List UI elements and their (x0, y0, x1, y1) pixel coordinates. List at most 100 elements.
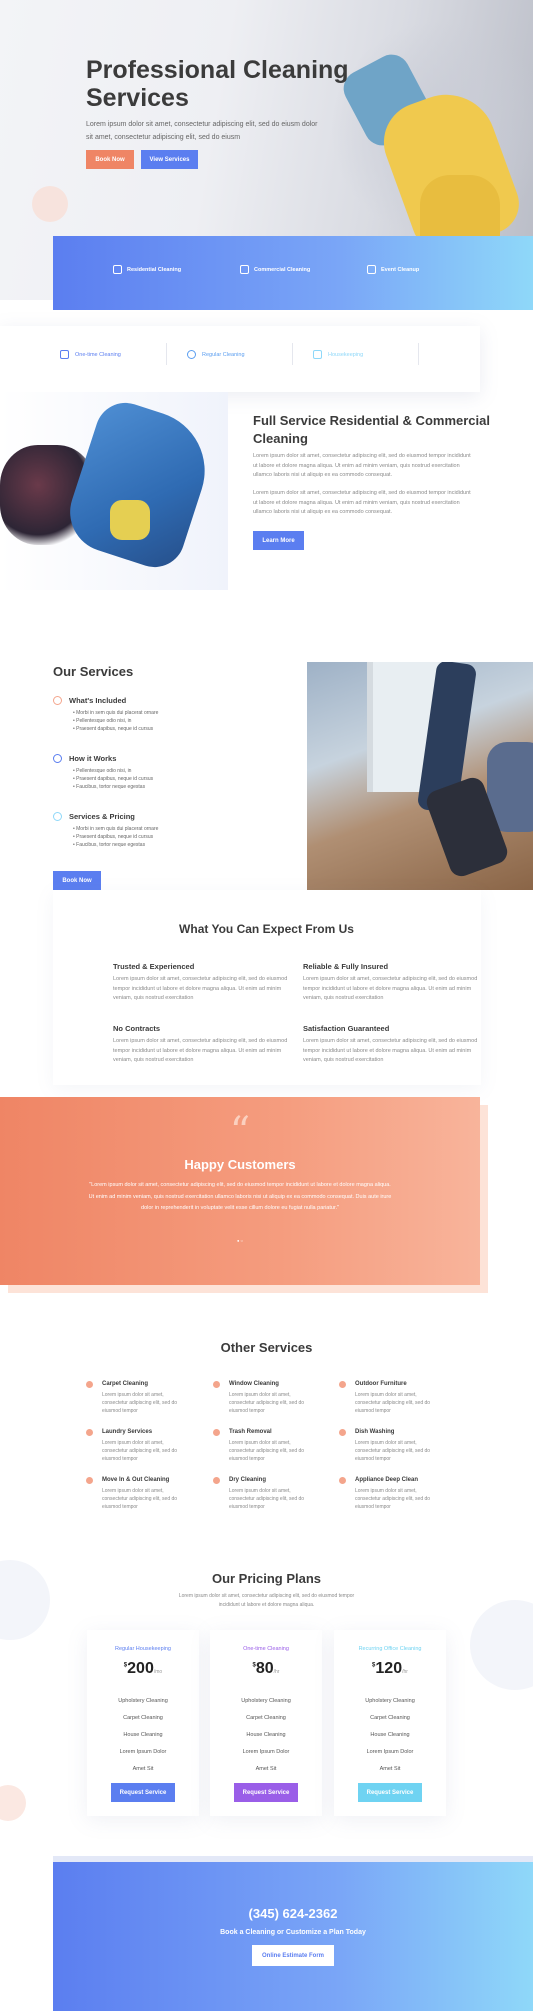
services-bullet: • Morbi in sem quis dui placerat ornare (73, 826, 159, 832)
other-services-title: Other Services (220, 1340, 313, 1355)
divider (418, 343, 419, 365)
request-service-button[interactable]: Request Service (358, 1783, 422, 1802)
plan-name: Recurring Office Cleaning (358, 1646, 422, 1652)
other-service-title: Dry Cleaning (229, 1477, 267, 1483)
request-service-button[interactable]: Request Service (234, 1783, 298, 1802)
plan-feature: Amet Sit (379, 1766, 401, 1772)
service-icon (213, 1429, 220, 1436)
plan-feature: House Cleaning (246, 1732, 286, 1738)
cta-section (53, 1862, 533, 2011)
type-label: Housekeeping (328, 351, 364, 358)
testimonial-text: "Lorem ipsum dolor sit amet, consectetur… (88, 1182, 392, 1211)
expect-item-text: Lorem ipsum dolor sit amet, consectetur … (113, 976, 288, 1001)
services-bullet: • Praesent dapibus, neque id cursus (73, 776, 154, 782)
book-now-button[interactable]: Book Now (86, 150, 134, 169)
service-icon (86, 1429, 93, 1436)
cleaning-type-bar (0, 326, 480, 392)
other-service-desc: Lorem ipsum dolor sit amet, consectetur … (102, 1440, 178, 1462)
hero-title: Professional Cleaning Services (86, 56, 349, 112)
decorative-circle (32, 186, 68, 222)
other-service-desc: Lorem ipsum dolor sit amet, consectetur … (355, 1488, 431, 1510)
services-bullet: • Morbi in sem quis dui placerat ornare (73, 710, 159, 716)
plan-price: $120/hr (372, 1660, 408, 1677)
calendar-icon (367, 265, 376, 274)
pricing-card: Recurring Office Cleaning $120/hr Uphols… (334, 1630, 446, 1816)
full-service-paragraph: Lorem ipsum dolor sit amet, consectetur … (253, 453, 471, 478)
expect-item-text: Lorem ipsum dolor sit amet, consectetur … (113, 1038, 288, 1063)
expect-title: What You Can Expect From Us (179, 922, 354, 936)
cta-phone[interactable]: (345) 624-2362 (53, 1906, 533, 1921)
services-bullet: • Praesent dapibus, neque id cursus (73, 726, 154, 732)
request-service-button[interactable]: Request Service (111, 1783, 175, 1802)
other-service-desc: Lorem ipsum dolor sit amet, consectetur … (102, 1488, 178, 1510)
plan-price: $200/mo (123, 1660, 163, 1677)
other-service-title: Move In & Out Cleaning (102, 1477, 170, 1483)
refresh-icon (187, 350, 196, 359)
services-group-title: Services & Pricing (69, 812, 135, 821)
plan-feature: Amet Sit (132, 1766, 154, 1772)
service-icon (339, 1381, 346, 1388)
decorative-circle (0, 1785, 26, 1821)
pricing-title: Our Pricing Plans (211, 1571, 322, 1586)
plan-name: Regular Housekeeping (115, 1646, 171, 1652)
services-group-title: How it Works (69, 754, 117, 763)
vacuum-image (307, 662, 533, 890)
check-icon (53, 812, 62, 821)
service-icon (339, 1429, 346, 1436)
services-bullet: • Faucibus, tortor neque egestas (73, 842, 146, 848)
plan-feature: House Cleaning (370, 1732, 410, 1738)
hero-subtitle: Lorem ipsum dolor sit amet, consectetur … (86, 121, 318, 141)
pricing-desc: Lorem ipsum dolor sit amet, consectetur … (178, 1593, 355, 1608)
service-icon (86, 1381, 93, 1388)
other-service-desc: Lorem ipsum dolor sit amet, consectetur … (102, 1392, 178, 1414)
other-service-desc: Lorem ipsum dolor sit amet, consectetur … (355, 1440, 431, 1462)
feature-label: Commercial Cleaning (254, 266, 311, 273)
full-service-paragraph: Lorem ipsum dolor sit amet, consectetur … (253, 490, 471, 515)
quote-icon: “ (229, 1109, 251, 1155)
plan-feature: Carpet Cleaning (246, 1715, 286, 1721)
expect-item-text: Lorem ipsum dolor sit amet, consectetur … (303, 976, 478, 1001)
pricing-card: Regular Housekeeping $200/mo Upholstery … (87, 1630, 199, 1816)
services-bullet: • Faucibus, tortor neque egestas (73, 784, 146, 790)
feature-residential[interactable]: Residential Cleaning (113, 265, 181, 274)
carousel-dots[interactable]: ● ○ (0, 1238, 480, 1243)
house-icon (313, 350, 322, 359)
check-square-icon (60, 350, 69, 359)
service-icon (213, 1381, 220, 1388)
other-service-title: Carpet Cleaning (102, 1381, 149, 1387)
feature-event[interactable]: Event Cleanup (367, 265, 419, 274)
estimate-form-button[interactable]: Online Estimate Form (252, 1945, 334, 1966)
plan-feature: Lorem Ipsum Dolor (119, 1749, 167, 1755)
services-group-title: What's Included (69, 696, 127, 705)
services-title: Our Services (53, 664, 134, 679)
plan-feature: Carpet Cleaning (123, 1715, 163, 1721)
type-label: One-time Cleaning (75, 351, 121, 358)
divider (166, 343, 167, 365)
feature-commercial[interactable]: Commercial Cleaning (240, 265, 310, 274)
decorative-circle (470, 1600, 533, 1690)
type-one-time[interactable]: One-time Cleaning (60, 350, 121, 359)
plan-feature: Carpet Cleaning (370, 1715, 410, 1721)
services-book-button[interactable]: Book Now (53, 871, 101, 890)
testimonial-title: Happy Customers (184, 1157, 296, 1172)
expect-item-title: Reliable & Fully Insured (303, 962, 389, 971)
other-service-desc: Lorem ipsum dolor sit amet, consectetur … (229, 1392, 305, 1414)
other-service-title: Trash Removal (229, 1429, 272, 1435)
divider (292, 343, 293, 365)
type-housekeeping[interactable]: Housekeeping (313, 350, 363, 359)
other-service-title: Window Cleaning (229, 1381, 279, 1387)
plan-feature: Amet Sit (255, 1766, 277, 1772)
building-icon (240, 265, 249, 274)
plan-feature: Upholstery Cleaning (118, 1698, 168, 1704)
view-services-button[interactable]: View Services (141, 150, 198, 169)
service-icon (339, 1477, 346, 1484)
check-icon (53, 754, 62, 763)
plan-feature: Lorem Ipsum Dolor (242, 1749, 290, 1755)
house-icon (113, 265, 122, 274)
plan-feature: Lorem Ipsum Dolor (366, 1749, 414, 1755)
type-regular[interactable]: Regular Cleaning (187, 350, 245, 359)
expect-item-title: Trusted & Experienced (113, 962, 195, 971)
services-bullet: • Praesent dapibus, neque id cursus (73, 834, 154, 840)
learn-more-button[interactable]: Learn More (253, 531, 304, 550)
other-service-desc: Lorem ipsum dolor sit amet, consectetur … (229, 1440, 305, 1462)
